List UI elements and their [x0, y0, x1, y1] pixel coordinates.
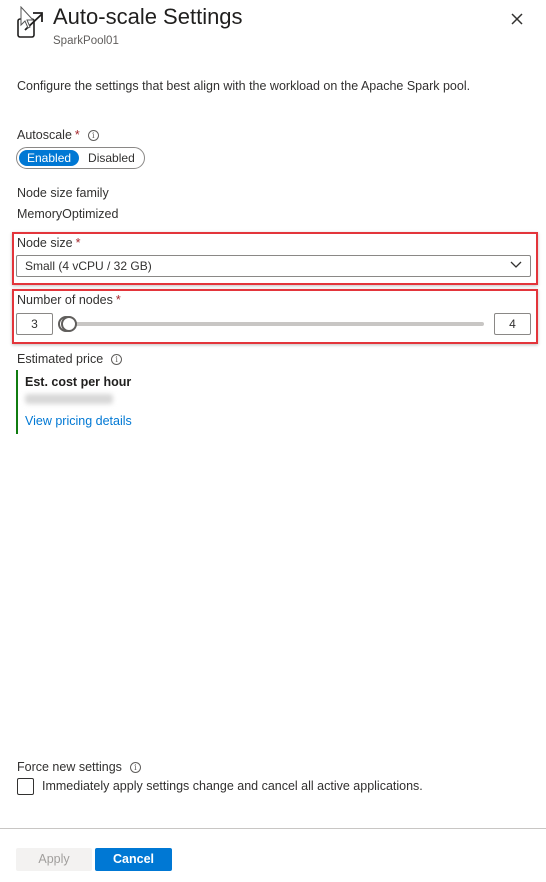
estimated-price-label-row: Estimated price i: [17, 352, 123, 366]
info-icon[interactable]: i: [87, 130, 99, 141]
autoscale-label: Autoscale: [17, 128, 72, 142]
est-cost-title: Est. cost per hour: [25, 375, 132, 389]
autoscale-option-enabled[interactable]: Enabled: [19, 150, 80, 166]
scale-settings-icon: [17, 6, 43, 38]
node-size-label-row: Node size *: [17, 236, 80, 250]
node-size-selected: Small (4 vCPU / 32 GB): [25, 259, 152, 273]
force-settings-checkbox-label[interactable]: Immediately apply settings change and ca…: [42, 779, 423, 793]
required-marker: *: [74, 128, 80, 142]
max-nodes-input[interactable]: 4: [494, 313, 531, 335]
node-size-family-value: MemoryOptimized: [17, 207, 119, 221]
view-pricing-details-link[interactable]: View pricing details: [25, 414, 132, 428]
force-settings-label-row: Force new settings i: [17, 760, 141, 774]
price-accent-bar: [16, 370, 18, 434]
info-icon[interactable]: i: [111, 354, 123, 365]
estimated-price-label: Estimated price: [17, 352, 104, 366]
number-of-nodes-label-row: Number of nodes *: [17, 293, 121, 307]
chevron-down-icon: [510, 261, 522, 268]
cancel-button[interactable]: Cancel: [95, 848, 172, 871]
est-cost-value-redacted: [25, 394, 113, 404]
footer-divider: [0, 828, 546, 829]
nodes-slider-max-thumb[interactable]: [61, 316, 77, 332]
required-marker: *: [115, 293, 121, 307]
node-size-dropdown[interactable]: Small (4 vCPU / 32 GB): [16, 255, 531, 277]
info-icon[interactable]: i: [129, 762, 141, 773]
nodes-slider-track[interactable]: [66, 322, 484, 326]
apply-button[interactable]: Apply: [16, 848, 92, 871]
min-nodes-input[interactable]: 3: [16, 313, 53, 335]
panel-description: Configure the settings that best align w…: [17, 79, 471, 93]
node-size-label: Node size: [17, 236, 73, 250]
required-marker: *: [75, 236, 81, 250]
autoscale-toggle[interactable]: Enabled Disabled: [16, 147, 145, 169]
force-settings-checkbox[interactable]: [17, 778, 34, 795]
panel-subtitle: SparkPool01: [53, 35, 119, 47]
number-of-nodes-label: Number of nodes: [17, 293, 113, 307]
autoscale-option-disabled[interactable]: Disabled: [80, 150, 143, 166]
autoscale-label-row: Autoscale * i: [17, 128, 99, 142]
force-settings-label: Force new settings: [17, 760, 122, 774]
panel-title: Auto-scale Settings: [53, 4, 243, 29]
node-size-family-label: Node size family: [17, 186, 109, 200]
close-icon[interactable]: [506, 8, 528, 30]
